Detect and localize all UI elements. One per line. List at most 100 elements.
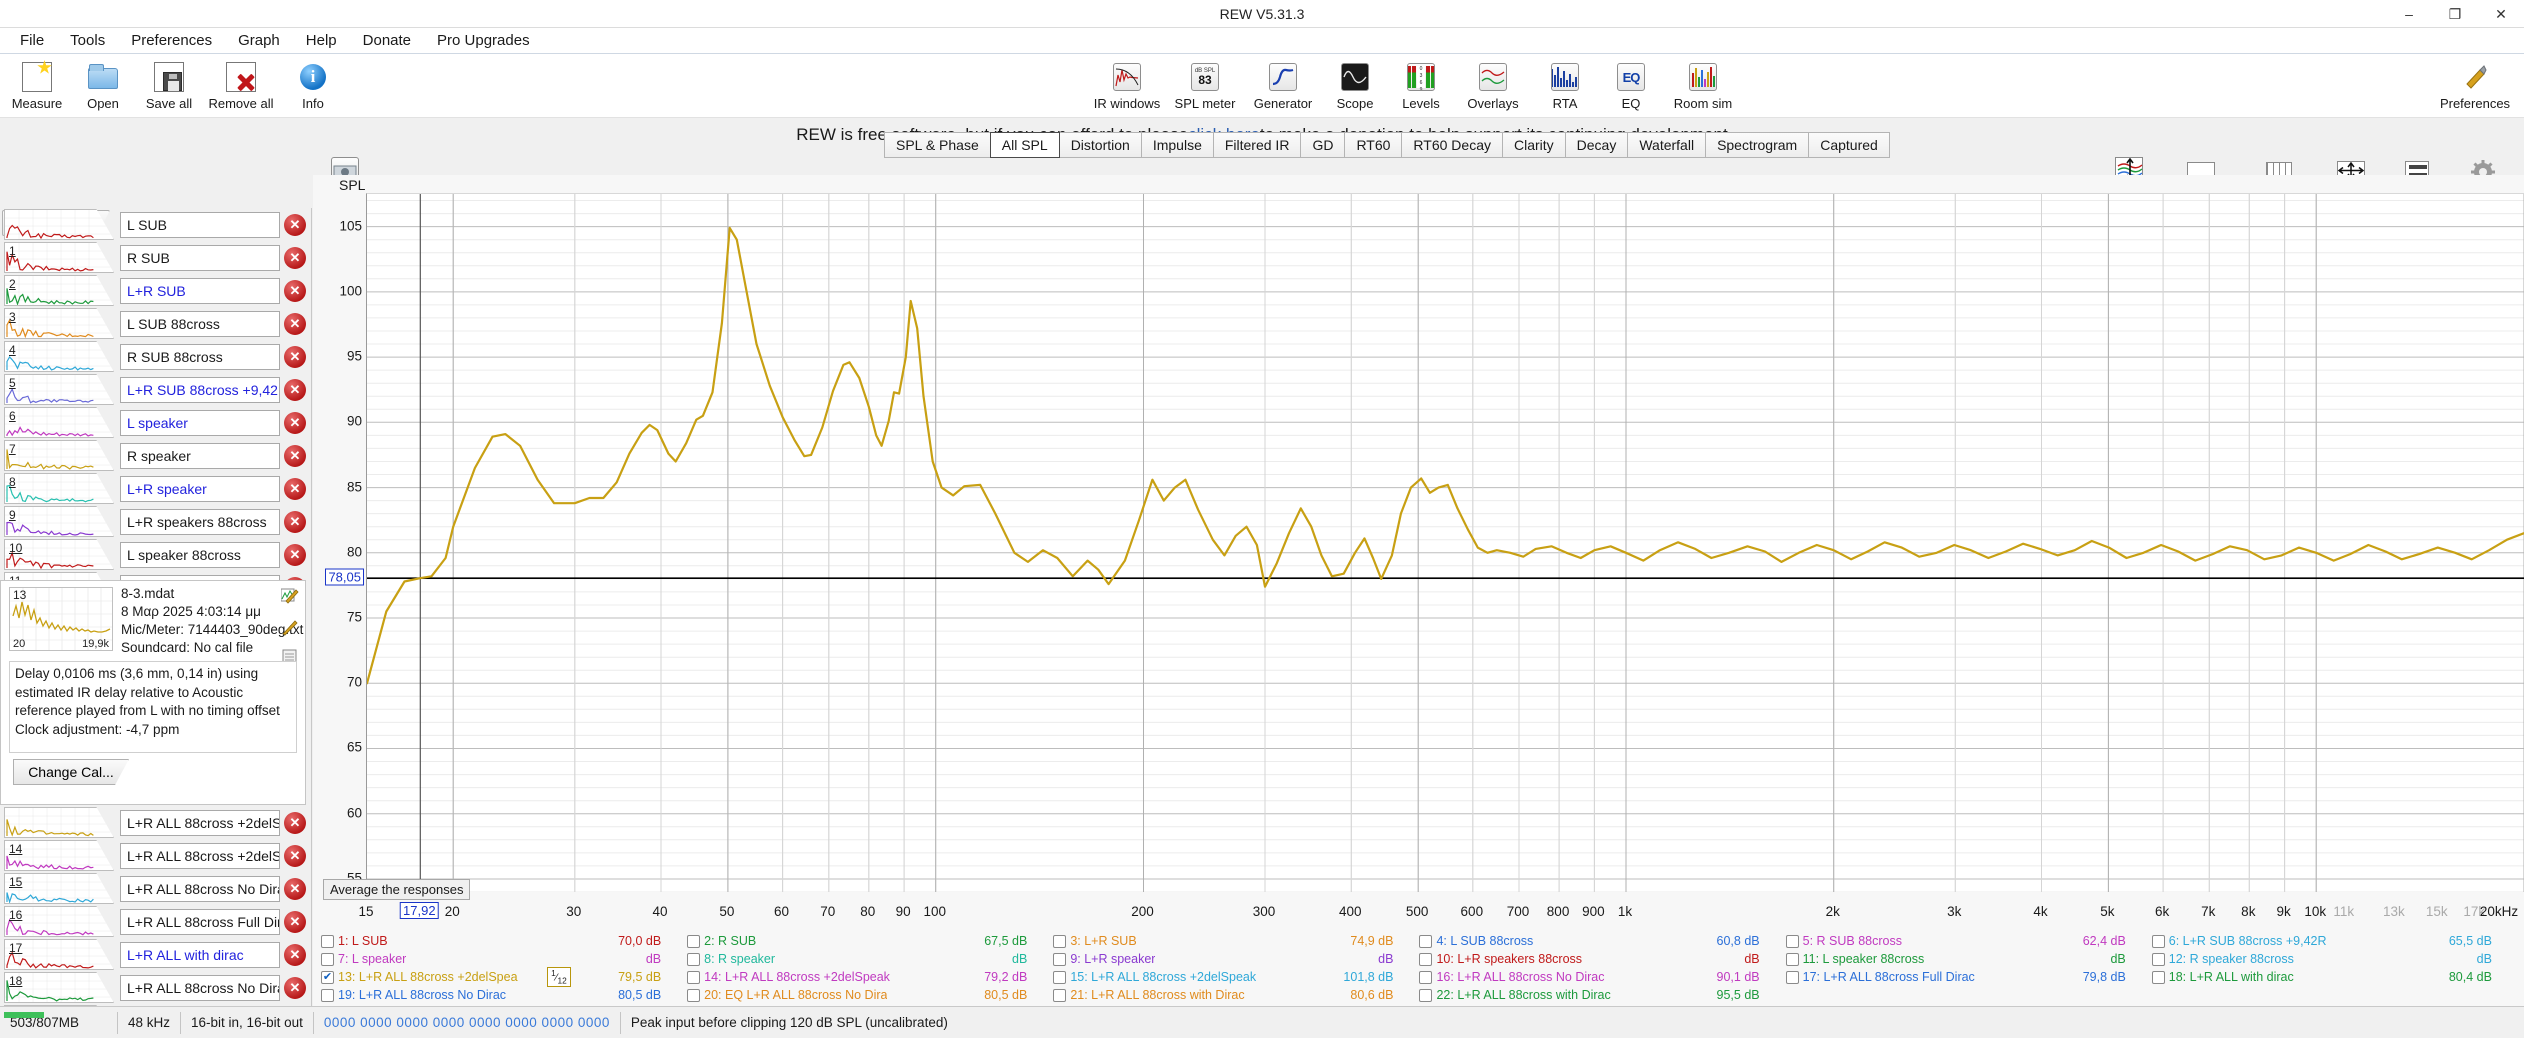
smoothing-fraction[interactable]: 1⁄12 (547, 967, 571, 986)
measurement-thumbnail[interactable]: 2 (4, 275, 114, 306)
measurement-thumbnail[interactable]: 4 (4, 341, 114, 372)
measurement-thumbnail[interactable] (4, 807, 114, 838)
measurement-row[interactable]: L+R ALL 88cross +2delSpeak✕ (0, 806, 312, 839)
remove-measurement-icon[interactable]: ✕ (284, 313, 306, 335)
remove-measurement-icon[interactable]: ✕ (284, 878, 306, 900)
rta-button[interactable]: RTA (1534, 58, 1596, 113)
measurement-row[interactable]: 17L+R ALL with dirac✕ (0, 938, 312, 971)
measurement-thumbnail[interactable]: 14 (4, 840, 114, 871)
tab-all-spl[interactable]: All SPL (990, 132, 1060, 158)
legend-checkbox[interactable] (321, 989, 334, 1002)
eq-button[interactable]: EQ EQ (1600, 58, 1662, 113)
ir-windows-button[interactable]: IR windows (1090, 58, 1164, 113)
remove-measurement-icon[interactable]: ✕ (284, 412, 306, 434)
legend-item[interactable]: 6: L+R SUB 88cross +9,42R65,5 dB (2144, 934, 2510, 948)
measurement-thumbnail[interactable]: 16 (4, 906, 114, 937)
legend-checkbox[interactable] (1053, 953, 1066, 966)
measurement-name[interactable]: L+R ALL 88cross No Dirac (120, 876, 280, 902)
tab-spectrogram[interactable]: Spectrogram (1705, 132, 1809, 158)
measurement-row[interactable]: 10L speaker 88cross✕ (0, 538, 312, 571)
close-button[interactable]: ✕ (2478, 0, 2524, 28)
measurement-thumbnail[interactable]: 1 (4, 242, 114, 273)
remove-measurement-icon[interactable]: ✕ (284, 214, 306, 236)
legend-checkbox[interactable] (321, 935, 334, 948)
measurement-name[interactable]: L speaker (120, 410, 280, 436)
legend-item[interactable]: 15: L+R ALL 88cross +2delSpeak101,8 dB (1045, 970, 1411, 984)
remove-measurement-icon[interactable]: ✕ (284, 478, 306, 500)
generator-button[interactable]: Generator (1246, 58, 1320, 113)
measurement-row[interactable]: 14L+R ALL 88cross +2delSpeak✕ (0, 839, 312, 872)
legend-item[interactable]: 17: L+R ALL 88cross Full Dirac79,8 dB (1778, 970, 2144, 984)
tab-captured[interactable]: Captured (1808, 132, 1890, 158)
menu-item-graph[interactable]: Graph (226, 29, 292, 52)
remove-measurement-icon[interactable]: ✕ (284, 544, 306, 566)
measurement-thumbnail[interactable]: 8 (4, 473, 114, 504)
measurement-row[interactable]: 7R speaker✕ (0, 439, 312, 472)
legend-checkbox[interactable] (2152, 935, 2165, 948)
legend-item[interactable]: 18: L+R ALL with dirac80,4 dB (2144, 970, 2510, 984)
preferences-button[interactable]: Preferences (2438, 58, 2512, 113)
measurement-row[interactable]: 15L+R ALL 88cross No Dirac✕ (0, 872, 312, 905)
tab-clarity[interactable]: Clarity (1502, 132, 1566, 158)
levels-button[interactable]: 0369 Levels (1390, 58, 1452, 113)
measurement-thumbnail[interactable]: 9 (4, 506, 114, 537)
minimize-button[interactable]: – (2386, 0, 2432, 28)
remove-measurement-icon[interactable]: ✕ (284, 346, 306, 368)
measurement-name[interactable]: L+R SUB 88cross +9,42R (120, 377, 280, 403)
tab-spl-phase[interactable]: SPL & Phase (884, 132, 991, 158)
open-button[interactable]: Open (72, 58, 134, 113)
measurement-thumbnail[interactable]: 15 (4, 873, 114, 904)
measurement-name[interactable]: L+R speakers 88cross (120, 509, 280, 535)
measurement-row[interactable]: 3L SUB 88cross✕ (0, 307, 312, 340)
tab-impulse[interactable]: Impulse (1141, 132, 1214, 158)
measurement-row[interactable]: 1R SUB✕ (0, 241, 312, 274)
measurement-name[interactable]: L+R ALL 88cross No Dirac (120, 975, 280, 1001)
measurement-row[interactable]: 5L+R SUB 88cross +9,42R✕ (0, 373, 312, 406)
legend-item[interactable]: 21: L+R ALL 88cross with Dirac80,6 dB (1045, 988, 1411, 1002)
legend-checkbox[interactable] (321, 953, 334, 966)
detail-notes[interactable]: Delay 0,0106 ms (3,6 mm, 0,14 in) using … (9, 661, 297, 753)
legend-item[interactable]: 5: R SUB 88cross62,4 dB (1778, 934, 2144, 948)
measurement-name[interactable]: L+R ALL 88cross +2delSpeak (120, 810, 280, 836)
measurement-name[interactable]: L+R ALL 88cross Full Dirac (120, 909, 280, 935)
legend-checkbox[interactable] (2152, 953, 2165, 966)
measurement-name[interactable]: L SUB (120, 212, 280, 238)
maximize-button[interactable]: ❐ (2432, 0, 2478, 28)
plot-area[interactable] (366, 193, 2524, 892)
legend-item[interactable]: 12: R speaker 88crossdB (2144, 952, 2510, 966)
spl-meter-button[interactable]: dB SPL 83 SPL meter (1168, 58, 1242, 113)
measurement-row[interactable]: 2L+R SUB✕ (0, 274, 312, 307)
legend-item[interactable]: 10: L+R speakers 88crossdB (1411, 952, 1777, 966)
legend-checkbox[interactable] (1053, 989, 1066, 1002)
remove-measurement-icon[interactable]: ✕ (284, 280, 306, 302)
legend-item[interactable]: 8: R speakerdB (679, 952, 1045, 966)
measurement-thumbnail[interactable]: 10 (4, 539, 114, 570)
remove-measurement-icon[interactable]: ✕ (284, 511, 306, 533)
legend-checkbox[interactable] (1419, 953, 1432, 966)
tab-gd[interactable]: GD (1300, 132, 1345, 158)
legend-item[interactable]: 16: L+R ALL 88cross No Dirac90,1 dB (1411, 970, 1777, 984)
measurement-name[interactable]: L SUB 88cross (120, 311, 280, 337)
legend-item[interactable]: 7: L speakerdB (313, 952, 679, 966)
legend-item[interactable]: 14: L+R ALL 88cross +2delSpeak79,2 dB (679, 970, 1045, 984)
legend-checkbox[interactable] (1419, 935, 1432, 948)
menu-item-preferences[interactable]: Preferences (119, 29, 224, 52)
menu-item-tools[interactable]: Tools (58, 29, 117, 52)
overlays-button[interactable]: Overlays (1456, 58, 1530, 113)
measurement-row[interactable]: 9L+R speakers 88cross✕ (0, 505, 312, 538)
measurement-name[interactable]: L speaker 88cross (120, 542, 280, 568)
legend-checkbox[interactable] (1053, 935, 1066, 948)
measurement-thumbnail[interactable]: 17 (4, 939, 114, 970)
legend-checkbox[interactable] (1786, 953, 1799, 966)
menu-item-help[interactable]: Help (294, 29, 349, 52)
remove-all-button[interactable]: Remove all (204, 58, 278, 113)
tab-rt60[interactable]: RT60 (1344, 132, 1402, 158)
measurement-row[interactable]: 18L+R ALL 88cross No Dirac✕ (0, 971, 312, 1004)
remove-measurement-icon[interactable]: ✕ (284, 379, 306, 401)
measurement-row[interactable]: L SUB✕ (0, 208, 312, 241)
measurement-name[interactable]: L+R ALL with dirac (120, 942, 280, 968)
tab-distortion[interactable]: Distortion (1059, 132, 1142, 158)
measurement-name[interactable]: R SUB (120, 245, 280, 271)
legend-checkbox[interactable] (1053, 971, 1066, 984)
legend-checkbox[interactable] (687, 935, 700, 948)
